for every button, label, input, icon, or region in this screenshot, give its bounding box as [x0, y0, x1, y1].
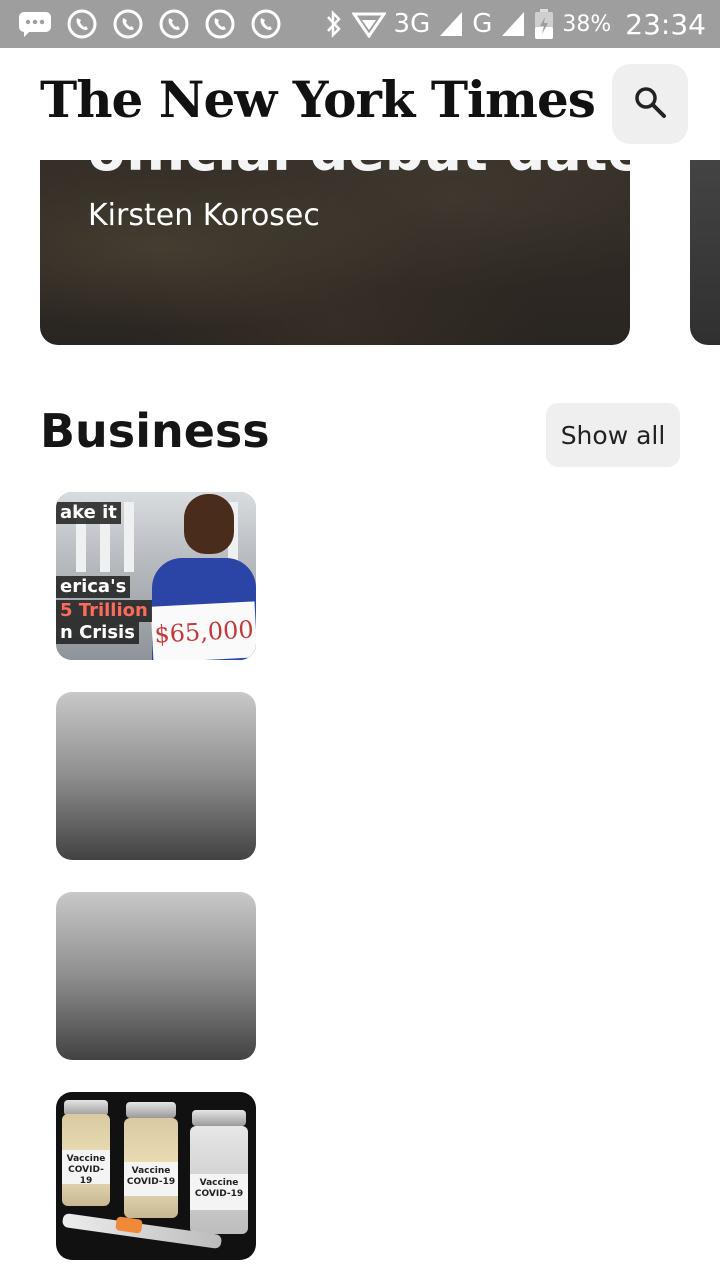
signal-icon [438, 10, 464, 38]
nyt-logo: The New York Times [40, 70, 596, 129]
thumb-caption: n Crisis [56, 622, 139, 644]
battery-icon [534, 8, 554, 40]
whatsapp-icon [158, 8, 190, 40]
whatsapp-icon [112, 8, 144, 40]
whatsapp-icon [66, 8, 98, 40]
thumb-caption: ake it [56, 502, 121, 524]
signal-icon [500, 10, 526, 38]
status-bar: 3G G 38% 23:34 [0, 0, 720, 48]
story-thumbnail[interactable]: $65,000 ake it erica's 5 Trillion n Cris… [56, 492, 256, 660]
vial-label: Vaccine COVID-19 [124, 1162, 178, 1196]
app-header: The New York Times [0, 48, 720, 160]
wifi-icon [351, 10, 386, 38]
story-thumbnail[interactable]: Vaccine COVID-19 Vaccine COVID-19 Vaccin… [56, 1092, 256, 1260]
vial-label: Vaccine COVID-19 [190, 1174, 248, 1210]
whatsapp-icon [204, 8, 236, 40]
network-3g-label: 3G [393, 9, 431, 39]
thumb-caption: erica's [56, 576, 131, 598]
thumb-caption: 5 Trillion [56, 600, 152, 622]
vial-label: Vaccine COVID-19 [62, 1150, 110, 1186]
network-g-label: G [472, 9, 493, 39]
sms-icon [18, 11, 52, 37]
story-thumbnail-placeholder[interactable] [56, 892, 256, 1060]
search-button[interactable] [612, 64, 688, 144]
clock: 23:34 [625, 7, 706, 41]
section-title: Business [40, 404, 270, 458]
battery-percent: 38% [562, 11, 612, 37]
whatsapp-icon [250, 8, 282, 40]
sign-text: $65,000 [150, 601, 256, 660]
bluetooth-icon [324, 9, 344, 39]
hero-author: Kirsten Korosec [88, 198, 320, 233]
show-all-button[interactable]: Show all [546, 403, 680, 467]
search-icon [633, 85, 667, 123]
story-thumbnail-placeholder[interactable] [56, 692, 256, 860]
